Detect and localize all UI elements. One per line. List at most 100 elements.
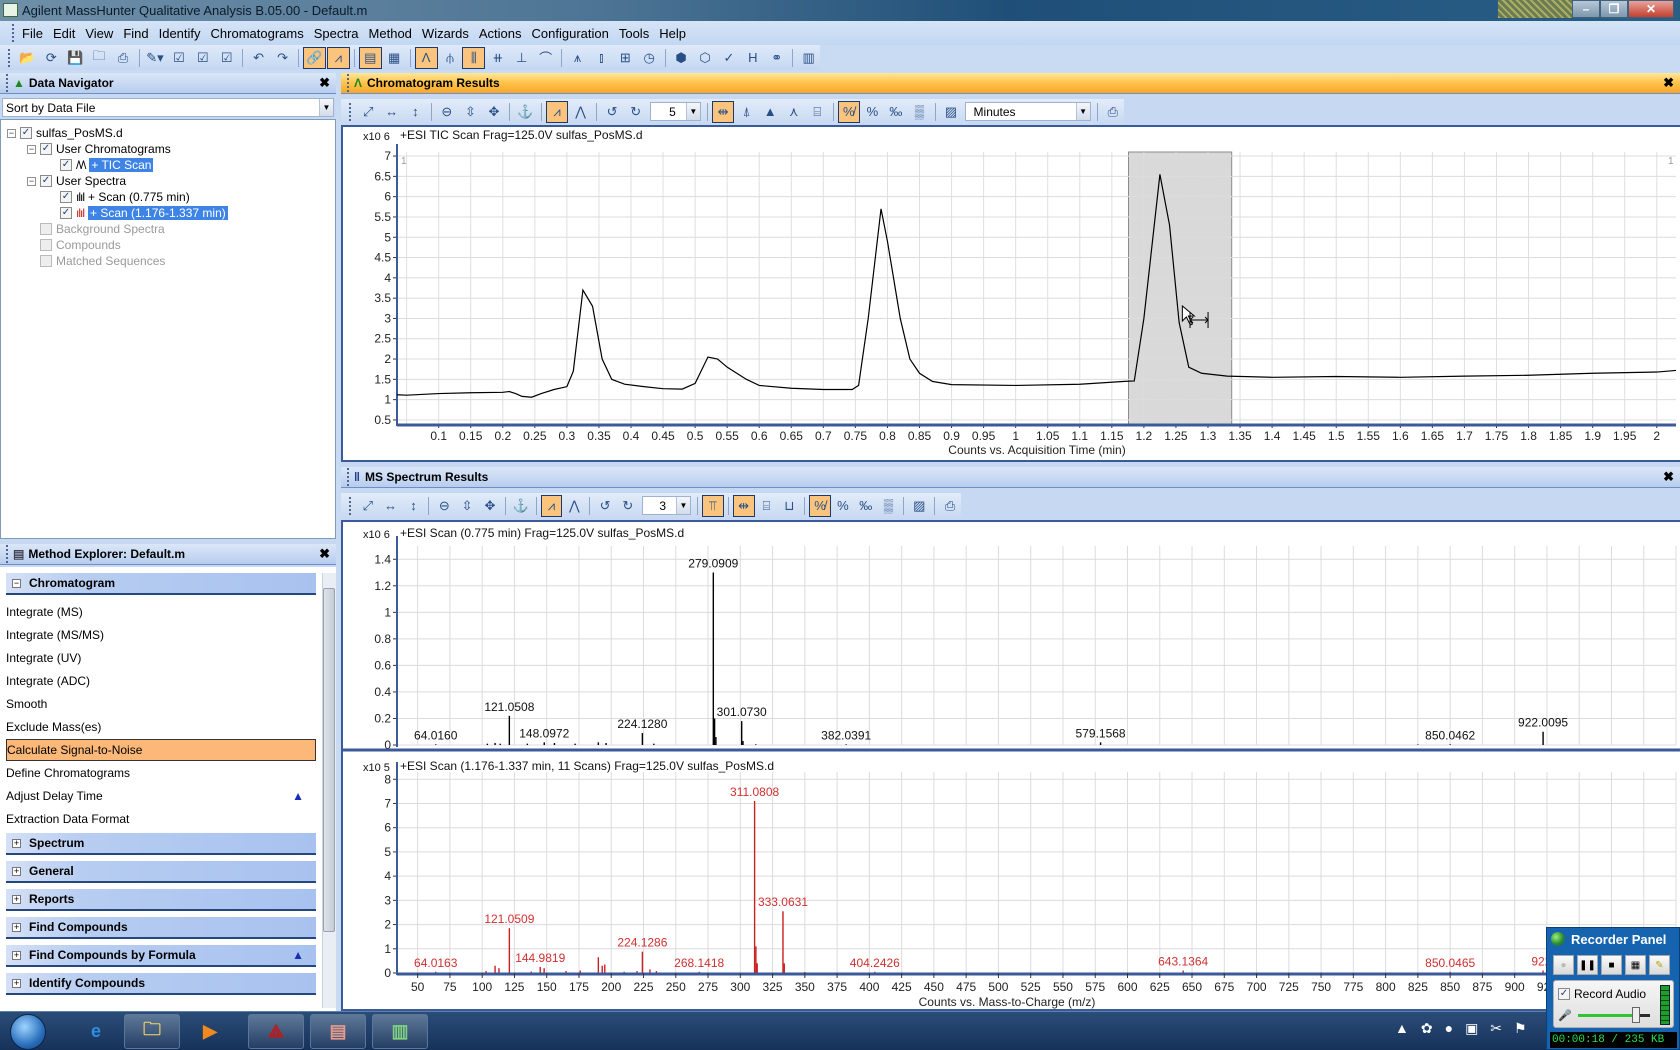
spectrum-charts[interactable]: 0 0.2 0.4 0.6 0.8 1 1.2 1.4 64.0160 121.0508 148.0… — [341, 522, 1680, 1010]
redo-icon[interactable]: ↷ — [271, 47, 294, 69]
link-icon[interactable]: 🔗 — [302, 46, 326, 69]
menu-configuration[interactable]: Configuration — [527, 26, 614, 41]
collapse-icon[interactable]: − — [27, 144, 36, 154]
toolbar-grip[interactable] — [349, 496, 352, 515]
hits-icon[interactable]: H — [741, 47, 764, 69]
identify-icon[interactable]: ✓ — [717, 47, 740, 69]
tree-item[interactable]: − ✓ sulfas_PosMS.d — [7, 125, 123, 141]
mass-list-icon[interactable]: ⧺ — [486, 47, 509, 69]
no-percent-icon[interactable]: %̸ — [809, 494, 831, 517]
peak-info-icon[interactable]: ⌸ — [806, 101, 829, 123]
restore-button[interactable]: ❐ — [1600, 0, 1628, 18]
menu-identify[interactable]: Identify — [154, 26, 206, 41]
autoscale-y-icon[interactable]: ⇳ — [459, 101, 482, 123]
checkbox[interactable]: ✓ — [40, 175, 52, 187]
method-item[interactable]: Integrate (ADC) — [6, 670, 316, 692]
checkbox[interactable]: ✓ — [60, 207, 72, 219]
compound-table-icon[interactable]: ⊞ — [614, 47, 637, 69]
anchor-icon[interactable]: ⚓ — [510, 495, 532, 517]
tree-item[interactable]: ✓ ılıl + Scan (0.775 min) — [47, 189, 190, 205]
percent-disabled-icon[interactable]: ▒ — [908, 101, 931, 123]
instrument-app-icon[interactable]: ▤ — [310, 1014, 366, 1049]
ms-spectrum-icon[interactable]: ⫛ — [439, 47, 462, 69]
menu-edit[interactable]: Edit — [48, 26, 80, 41]
menu-tools[interactable]: Tools — [614, 26, 654, 41]
report-icon[interactable]: ▦ — [383, 47, 406, 69]
method-item[interactable]: Integrate (UV) — [6, 647, 316, 669]
print-icon[interactable]: ⎙ — [1102, 101, 1125, 123]
fit-y-icon[interactable]: ↕ — [403, 495, 425, 517]
grip-icon[interactable] — [6, 545, 9, 563]
minimize-button[interactable]: – — [1572, 0, 1600, 18]
file-explorer-icon[interactable]: 🗀 — [124, 1014, 180, 1049]
fit-selected-icon[interactable]: ⇹ — [711, 100, 735, 123]
fit-selected-icon[interactable]: ⇹ — [732, 494, 755, 517]
internet-explorer-icon[interactable]: e — [68, 1014, 124, 1049]
tree-item[interactable]: − ✓ User Spectra — [27, 173, 126, 189]
method-item[interactable]: Adjust Delay Time ▲ — [6, 785, 316, 807]
section-chromatogram[interactable]: − Chromatogram — [6, 573, 316, 595]
structure-icon[interactable]: ⚭ — [765, 47, 788, 69]
checkbox[interactable] — [40, 223, 52, 235]
close-method-explorer-button[interactable]: ✖ — [319, 546, 330, 562]
collapse-icon[interactable]: − — [27, 176, 36, 186]
check-icon[interactable]: ☑ — [167, 47, 190, 69]
sort-dropdown[interactable]: Sort by Data File ▼ — [2, 98, 334, 117]
close-window-button[interactable]: ✕ — [1628, 0, 1674, 18]
print-icon[interactable]: ⎙ — [112, 47, 135, 69]
method-editor-icon[interactable]: ▤ — [358, 46, 382, 69]
action-center-icon[interactable]: ⚑ — [1514, 1020, 1527, 1037]
integrate-icon[interactable]: ⩘ — [545, 100, 569, 123]
acrobat-icon[interactable]: ⟁ — [248, 1014, 304, 1049]
grip-icon[interactable] — [347, 74, 350, 92]
highlighter-icon[interactable]: ✎ — [1649, 955, 1670, 975]
redo-zoom-icon[interactable]: ↻ — [617, 495, 639, 517]
tree-item[interactable]: − ✓ User Chromatograms — [27, 141, 171, 157]
tray-app-icon[interactable]: ✿ — [1421, 1020, 1433, 1037]
method-item[interactable]: Exclude Mass(es) — [6, 716, 316, 738]
uv-trace-icon[interactable]: ⌒ — [534, 47, 557, 69]
no-percent-icon[interactable]: %̸ — [837, 100, 861, 123]
check-selected-icon[interactable]: ☑ — [215, 47, 238, 69]
toolbar-grip[interactable] — [8, 48, 11, 67]
peak-icon[interactable]: ▲ — [759, 101, 782, 123]
fit-x-icon[interactable]: ↔ — [380, 495, 402, 517]
spectrum-baseline-icon[interactable]: ⊔ — [778, 495, 800, 517]
media-player-icon[interactable]: ▶ — [182, 1014, 238, 1049]
save-icon[interactable]: 💾 — [64, 47, 87, 69]
menu-help[interactable]: Help — [654, 26, 691, 41]
zoom-out-icon[interactable]: ⊖ — [433, 495, 455, 517]
anchor-icon[interactable]: ⚓ — [514, 101, 537, 123]
menu-actions[interactable]: Actions — [474, 26, 527, 41]
folder-icon[interactable]: 🗀 — [88, 47, 111, 69]
chromatogram-chart[interactable]: 0.5 1 1.5 2 2.5 3 3.5 4 4.5 5 5.5 6 6.5 7 0.1 0.15 0.2 0.… — [341, 126, 1680, 461]
percent-scaled-icon[interactable]: ‰ — [885, 101, 908, 123]
image-icon[interactable]: ▨ — [908, 495, 930, 517]
fit-x-icon[interactable]: ↔ — [381, 101, 404, 123]
close-data-navigator-button[interactable]: ✖ — [319, 75, 330, 91]
find-compounds-icon[interactable]: ⬢ — [670, 47, 693, 69]
log-icon[interactable]: ▣ — [1465, 1020, 1478, 1037]
menu-file[interactable]: File — [17, 26, 48, 41]
tree-item[interactable]: Background Spectra — [27, 221, 165, 237]
tree-item[interactable]: Compounds — [27, 237, 121, 253]
image-icon[interactable]: ▨ — [940, 101, 963, 123]
percent-icon[interactable]: % — [832, 495, 854, 517]
database-icon[interactable]: ▥ — [797, 47, 820, 69]
method-item[interactable]: Define Chromatograms — [6, 762, 316, 784]
chromatogram-spectrum-icon[interactable]: ⩘ — [326, 46, 350, 69]
record-button[interactable]: ● — [1553, 955, 1574, 975]
pause-button[interactable]: ❚❚ — [1577, 955, 1598, 975]
close-chromatogram-results-button[interactable]: ✖ — [1663, 75, 1674, 91]
section-reports[interactable]: + Reports — [6, 889, 316, 911]
grip-icon[interactable] — [347, 468, 350, 486]
percent-icon[interactable]: % — [861, 101, 884, 123]
zoom-out-icon[interactable]: ⊖ — [436, 101, 459, 123]
section-identify-compounds[interactable]: + Identify Compounds — [6, 973, 316, 995]
peak-table-icon[interactable]: ⩚ — [566, 47, 589, 69]
reopen-icon[interactable]: ⟳ — [40, 47, 63, 69]
volume-slider[interactable] — [1578, 1007, 1650, 1023]
menu-spectra[interactable]: Spectra — [309, 26, 364, 41]
undo-icon[interactable]: ↶ — [247, 47, 270, 69]
section-spectrum[interactable]: + Spectrum — [6, 833, 316, 855]
